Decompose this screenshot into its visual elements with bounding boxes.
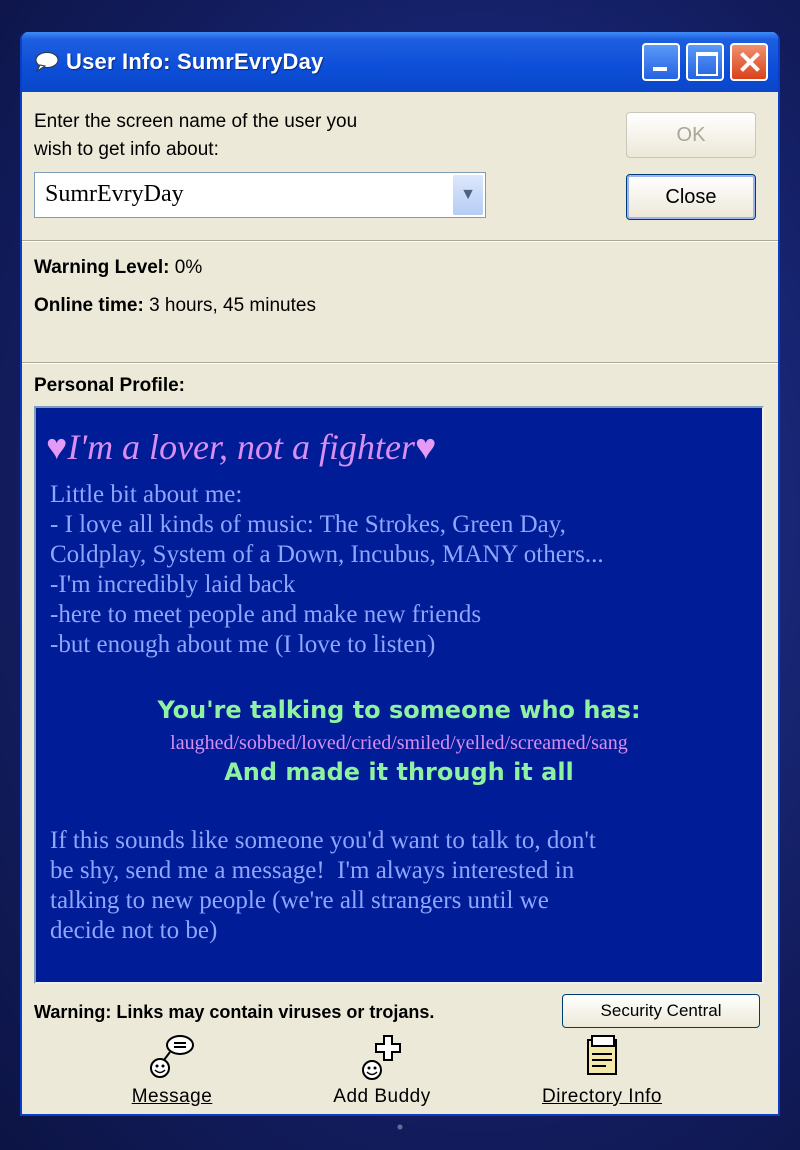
about-line: Little bit about me:: [50, 481, 243, 508]
made-it-through: And made it through it all: [224, 758, 574, 786]
message-icon: [142, 1032, 202, 1082]
links-warning: Warning: Links may contain viruses or tr…: [34, 1002, 435, 1022]
close-button[interactable]: Close: [626, 174, 756, 220]
closing-line: If this sounds like someone you'd want t…: [50, 827, 596, 854]
profile-panel[interactable]: ♥I'm a lover, not a fighter♥ Little bit …: [34, 406, 764, 984]
talking-to-someone: You're talking to someone who has:: [157, 696, 641, 724]
closing-line: decide not to be): [50, 917, 218, 944]
directory-info-icon: [572, 1032, 632, 1082]
warning-level-value: 0%: [174, 257, 203, 278]
add-buddy-label: Add Buddy: [333, 1086, 431, 1107]
online-time-value: 3 hours, 45 minutes: [149, 295, 316, 316]
heart-icon: ♥: [415, 427, 437, 467]
message-label: Message: [131, 1086, 213, 1107]
user-info-window: User Info: SumrEvryDay Enter the screen …: [20, 32, 780, 1116]
closing-line: talking to new people (we're all strange…: [50, 887, 549, 914]
security-central-button[interactable]: Security Central: [562, 994, 760, 1028]
online-time-label: Online time:: [34, 295, 144, 316]
message-button[interactable]: Message: [112, 1032, 232, 1108]
title-bar[interactable]: User Info: SumrEvryDay: [22, 32, 778, 92]
add-buddy-icon: [352, 1032, 412, 1082]
directory-info-label: Directory Info: [542, 1086, 662, 1107]
ok-button[interactable]: OK: [626, 112, 756, 158]
about-line: -I'm incredibly laid back: [50, 571, 296, 598]
about-line: -here to meet people and make new friend…: [50, 601, 482, 628]
profile-headline: ♥I'm a lover, not a fighter♥: [46, 426, 436, 468]
window-title: User Info: SumrEvryDay: [66, 49, 324, 74]
speech-bubble-icon: [34, 51, 60, 73]
chevron-down-icon[interactable]: ▼: [453, 175, 483, 215]
screen-name-value[interactable]: SumrEvryDay: [45, 181, 184, 208]
online-time-row: Online time: 3 hours, 45 minutes: [34, 292, 316, 320]
screen-name-combobox[interactable]: SumrEvryDay ▼: [34, 172, 486, 218]
prompt-line-2: wish to get info about:: [34, 139, 219, 160]
warning-level-label: Warning Level:: [34, 257, 170, 278]
prompt-line-1: Enter the screen name of the user you: [34, 111, 358, 132]
close-window-button[interactable]: [730, 43, 768, 81]
about-line: - I love all kinds of music: The Strokes…: [50, 511, 566, 538]
add-buddy-button[interactable]: Add Buddy: [312, 1032, 452, 1108]
headline-text: I'm a lover, not a fighter: [67, 427, 416, 467]
emotions-line: laughed/sobbed/loved/cried/smiled/yelled…: [170, 732, 628, 754]
directory-info-button[interactable]: Directory Info: [522, 1032, 682, 1108]
closing-line: be shy, send me a message! I'm always in…: [50, 857, 575, 884]
personal-profile-label: Personal Profile:: [34, 375, 185, 396]
maximize-button[interactable]: [686, 43, 724, 81]
heart-icon: ♥: [46, 427, 68, 467]
minimize-button[interactable]: [642, 43, 680, 81]
about-line: Coldplay, System of a Down, Incubus, MAN…: [50, 541, 604, 568]
divider: [22, 240, 778, 242]
about-line: -but enough about me (I love to listen): [50, 631, 436, 658]
warning-level-row: Warning Level: 0%: [34, 254, 202, 282]
divider: [22, 362, 778, 364]
